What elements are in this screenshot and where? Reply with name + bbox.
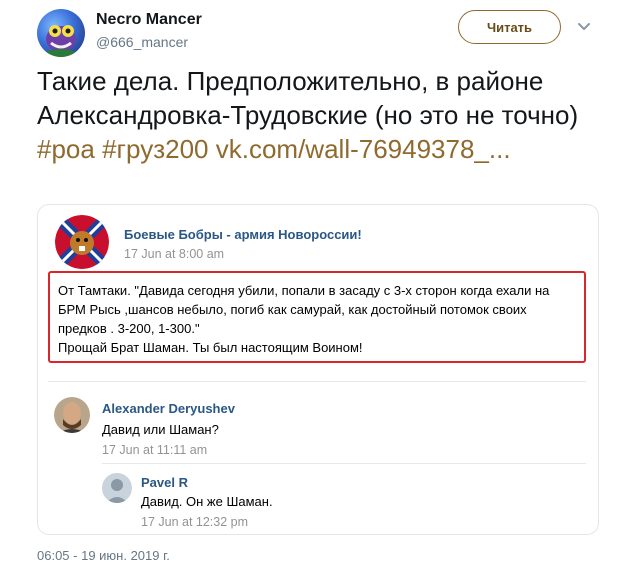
reply-text: Давид. Он же Шаман. <box>141 494 273 509</box>
divider <box>48 381 586 382</box>
reply-author-avatar[interactable] <box>102 473 132 503</box>
comment-date[interactable]: 17 Jun at 11:11 am <box>102 443 207 457</box>
chevron-down-icon[interactable] <box>575 17 593 35</box>
group-avatar[interactable] <box>55 215 109 269</box>
post-date[interactable]: 17 Jun at 8:00 am <box>124 247 224 261</box>
hashtag-roa[interactable]: #роа <box>37 134 95 164</box>
author-handle[interactable]: @666_mancer <box>96 34 188 50</box>
tweet-text-plain: Такие дела. Предположительно, в районе А… <box>37 66 579 130</box>
post-body-line-2: Прощай Брат Шаман. Ты был настоящим Воин… <box>58 340 363 355</box>
tweet-link[interactable]: vk.com/wall-76949378_... <box>216 134 511 164</box>
divider <box>102 463 586 464</box>
reply-date[interactable]: 17 Jun at 12:32 pm <box>141 515 248 529</box>
tweet-text: Такие дела. Предположительно, в районе А… <box>37 64 597 166</box>
embedded-post-card[interactable]: Боевые Бобры - армия Новороссии! 17 Jun … <box>37 204 599 535</box>
post-author[interactable]: Боевые Бобры - армия Новороссии! <box>124 227 362 242</box>
commenter-avatar[interactable] <box>54 397 90 433</box>
reply-author[interactable]: Pavel R <box>141 475 188 490</box>
author-display-name[interactable]: Necro Mancer <box>96 11 202 29</box>
post-body-highlighted: От Тамтаки. "Давида сегодня убили, попал… <box>48 271 586 363</box>
author-avatar[interactable] <box>37 9 85 57</box>
hashtag-gruz200[interactable]: #груз200 <box>102 134 208 164</box>
tweet-timestamp[interactable]: 06:05 - 19 июн. 2019 г. <box>37 548 170 563</box>
comment-author[interactable]: Alexander Deryushev <box>102 401 235 416</box>
post-body-line-1: От Тамтаки. "Давида сегодня убили, попал… <box>58 283 550 336</box>
follow-button[interactable]: Читать <box>458 10 561 44</box>
comment-text: Давид или Шаман? <box>102 422 219 437</box>
